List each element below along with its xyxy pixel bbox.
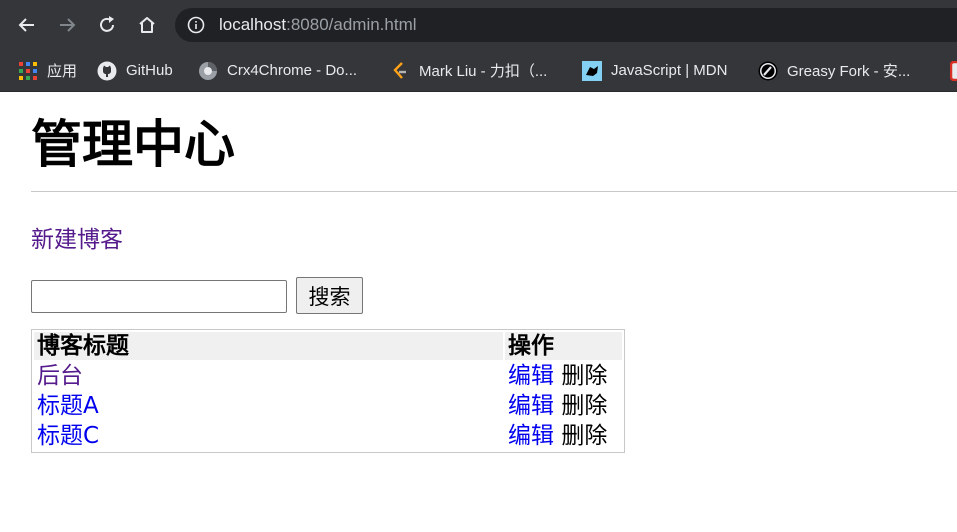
- bookmark-mdn[interactable]: JavaScript | MDN: [582, 50, 727, 91]
- search-input[interactable]: [31, 280, 287, 313]
- table-row: 标题C 编辑 删除: [34, 422, 622, 450]
- page-title: 管理中心: [31, 116, 236, 175]
- back-arrow-icon: [18, 18, 34, 32]
- apps-grid-icon: [18, 61, 38, 81]
- edit-link[interactable]: 编辑: [508, 363, 554, 389]
- greasyfork-icon: [758, 61, 778, 81]
- bookmark-label: GitHub: [126, 62, 173, 79]
- table-row: 标题A 编辑 删除: [34, 392, 622, 420]
- site-info-icon[interactable]: [187, 16, 205, 38]
- blog-title-link[interactable]: 标题C: [37, 423, 99, 449]
- table-header-row: 博客标题 操作: [34, 332, 622, 360]
- header-blog-title: 博客标题: [34, 332, 503, 360]
- forward-button[interactable]: [52, 10, 82, 40]
- edit-link[interactable]: 编辑: [508, 393, 554, 419]
- reload-icon: [100, 16, 114, 32]
- bookmarks-bar: 应用 GitHub Crx4Chrome - Do... Mark Liu - …: [0, 50, 957, 92]
- leetcode-icon: [390, 61, 410, 81]
- bookmark-label: Crx4Chrome - Do...: [227, 62, 358, 79]
- delete-link[interactable]: 删除: [561, 423, 607, 449]
- back-button[interactable]: [12, 10, 42, 40]
- bookmark-leetcode[interactable]: Mark Liu - 力扣（...: [390, 50, 547, 91]
- mdn-icon: [582, 60, 602, 81]
- bookmark-github[interactable]: GitHub: [97, 50, 173, 91]
- edit-link[interactable]: 编辑: [508, 423, 554, 449]
- bookmark-label: Greasy Fork - 安...: [787, 63, 911, 80]
- table-row: 后台 编辑 删除: [34, 362, 622, 390]
- url-text: localhost:8080/admin.html: [219, 15, 417, 35]
- bookmark-label: JavaScript | MDN: [611, 62, 728, 79]
- blog-table: 博客标题 操作 后台 编辑 删除 标题A 编辑 删除 标题C 编辑 删除: [31, 329, 625, 453]
- forward-arrow-icon: [60, 18, 76, 32]
- bookmark-label: Mark Liu - 力扣（...: [419, 63, 548, 80]
- browser-toolbar: localhost:8080/admin.html: [0, 0, 957, 50]
- home-button[interactable]: [132, 10, 162, 40]
- url-path: :8080/admin.html: [286, 15, 417, 34]
- blog-title-link[interactable]: 标题A: [37, 393, 99, 419]
- address-bar[interactable]: localhost:8080/admin.html: [175, 8, 957, 42]
- reload-button[interactable]: [92, 10, 122, 40]
- new-blog-link[interactable]: 新建博客: [31, 225, 123, 255]
- header-actions: 操作: [505, 332, 622, 360]
- page-content: 管理中心 新建博客 搜索 博客标题 操作 后台 编辑 删除 标题A 编辑 删除 …: [0, 92, 957, 532]
- url-host: localhost: [219, 15, 287, 34]
- home-icon: [139, 17, 155, 33]
- bookmark-apps[interactable]: 应用: [18, 50, 77, 91]
- bookmark-overflow[interactable]: [947, 50, 957, 91]
- bookmark-crx4chrome[interactable]: Crx4Chrome - Do...: [198, 50, 357, 91]
- blog-title-link[interactable]: 后台: [37, 363, 83, 389]
- bookmark-red-icon: [947, 60, 957, 81]
- title-divider: [31, 191, 957, 192]
- bookmark-label: 应用: [47, 63, 78, 80]
- delete-link[interactable]: 删除: [561, 393, 607, 419]
- browser-chrome: localhost:8080/admin.html 应用 GitHub Crx4…: [0, 0, 957, 92]
- github-icon: [97, 61, 117, 81]
- crx4chrome-icon: [198, 61, 218, 81]
- search-button[interactable]: 搜索: [296, 277, 363, 314]
- delete-link[interactable]: 删除: [561, 363, 607, 389]
- bookmark-greasyfork[interactable]: Greasy Fork - 安...: [758, 50, 910, 91]
